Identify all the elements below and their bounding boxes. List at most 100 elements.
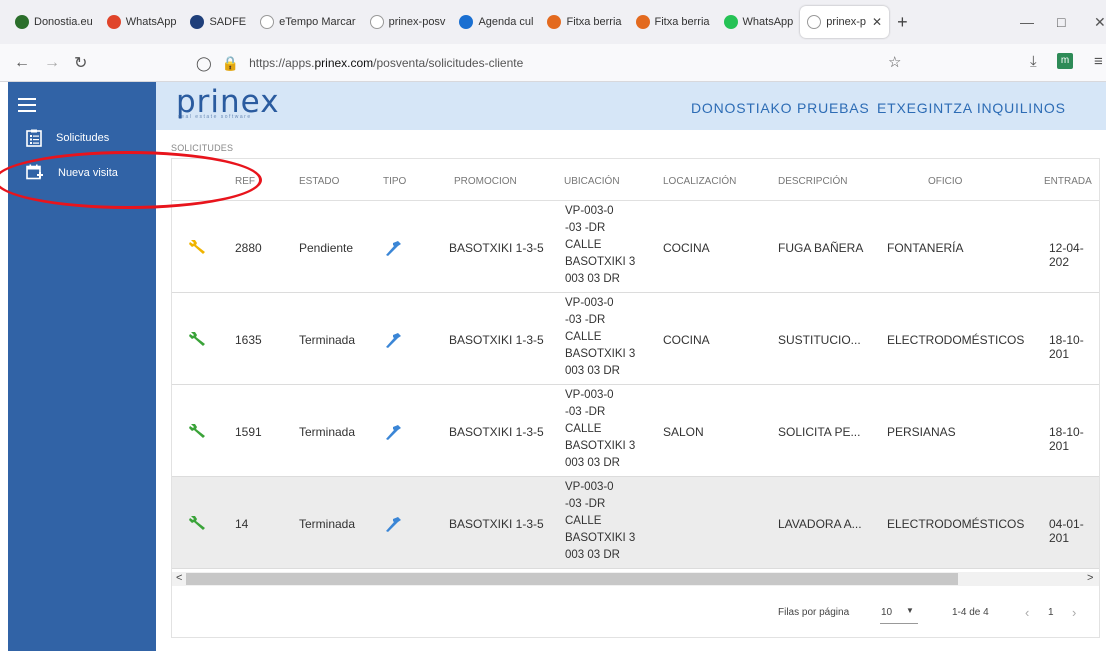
- select-underline: [880, 623, 918, 624]
- tab-label: Fitxa berria: [566, 16, 622, 28]
- col-header-tipo[interactable]: TIPO: [383, 176, 406, 187]
- col-header-entrada[interactable]: ENTRADA: [1044, 176, 1092, 187]
- new-tab-button[interactable]: +: [897, 12, 908, 33]
- browser-tab[interactable]: WhatsApp: [717, 6, 801, 38]
- tab-favicon-icon: [547, 15, 562, 29]
- cell-ref: 2880: [235, 241, 262, 255]
- forward-icon[interactable]: →: [44, 54, 60, 72]
- wrench-status-icon: [189, 332, 205, 346]
- browser-tab[interactable]: Donostia.eu: [8, 6, 100, 38]
- browser-tab[interactable]: eTempo Marcar: [253, 6, 362, 38]
- cell-promocion: BASOTXIKI 1-3-5: [449, 241, 544, 255]
- ubicacion-line: 003 03 DR: [565, 365, 620, 377]
- tab-label: WhatsApp: [125, 16, 177, 28]
- browser-tab[interactable]: Fitxa berria: [540, 6, 628, 38]
- tab-label: Fitxa berria: [654, 16, 710, 28]
- sidebar-item-nueva-visita[interactable]: Nueva visita: [26, 164, 118, 182]
- close-tab-icon[interactable]: ✕: [872, 15, 882, 29]
- ubicacion-line: BASOTXIKI 3: [565, 532, 636, 544]
- cell-oficio: PERSIANAS: [887, 425, 956, 439]
- tab-label: WhatsApp: [742, 16, 794, 28]
- browser-tab[interactable]: SADFE: [183, 6, 253, 38]
- horizontal-scrollbar[interactable]: < >: [172, 572, 1099, 586]
- ubicacion-line: CALLE: [565, 515, 602, 527]
- reload-icon[interactable]: ↻: [74, 53, 87, 73]
- cell-descripcion: SOLICITA PE...: [778, 425, 861, 439]
- col-header-localizacion[interactable]: LOCALIZACIÓN: [663, 176, 736, 187]
- back-icon[interactable]: ←: [14, 54, 30, 72]
- close-window-icon[interactable]: ✕: [1094, 14, 1106, 31]
- download-icon[interactable]: ⤓: [1030, 53, 1037, 70]
- next-page-icon[interactable]: ›: [1072, 605, 1076, 620]
- table-row[interactable]: 1635 Terminada BASOTXIKI 1-3-5 VP-003-0 -03 …: [172, 293, 1099, 385]
- table-row[interactable]: 2880 Pendiente BASOTXIKI 1-3-5 VP-003-0 -03 …: [172, 201, 1099, 293]
- browser-tab[interactable]: Fitxa berria: [629, 6, 717, 38]
- col-header-promocion[interactable]: PROMOCION: [454, 176, 517, 187]
- url-host: prinex.com: [314, 56, 374, 70]
- cell-entrada: 04-01-201: [1049, 517, 1084, 545]
- tab-favicon-icon: [369, 15, 384, 29]
- col-header-descripcion[interactable]: DESCRIPCIÓN: [778, 176, 847, 187]
- lock-icon[interactable]: 🔒: [222, 55, 239, 72]
- cell-promocion: BASOTXIKI 1-3-5: [449, 333, 544, 347]
- browser-tab[interactable]: prinex-posv: [363, 6, 453, 38]
- rows-per-page-select[interactable]: 10: [881, 607, 892, 618]
- table-row[interactable]: 14 Terminada BASOTXIKI 1-3-5 VP-003-0 -03 -D…: [172, 477, 1099, 569]
- tab-favicon-icon: [15, 15, 29, 29]
- browser-tab[interactable]: WhatsApp: [100, 6, 184, 38]
- requests-table-card: REF ESTADO TIPO PROMOCION UBICACIÓN LOCA…: [171, 158, 1100, 638]
- col-header-oficio[interactable]: OFICIO: [928, 176, 962, 187]
- table-header-row: REF ESTADO TIPO PROMOCION UBICACIÓN LOCA…: [172, 159, 1099, 201]
- calendar-plus-icon: [26, 164, 43, 180]
- cell-ubicacion: VP-003-0 -03 -DR CALLE BASOTXIKI 3 003 03 DR: [565, 203, 635, 288]
- app-header: prinex real estate software DONOSTIAKO P…: [156, 82, 1106, 130]
- bookmark-star-icon[interactable]: ☆: [888, 53, 901, 71]
- ubicacion-line: CALLE: [565, 239, 602, 251]
- col-header-estado[interactable]: ESTADO: [299, 176, 339, 187]
- cell-localizacion: SALON: [663, 425, 704, 439]
- cell-descripcion: SUSTITUCIO...: [778, 333, 861, 347]
- tab-label: Donostia.eu: [34, 16, 93, 28]
- cell-localizacion: COCINA: [663, 333, 710, 347]
- url-path: /posventa/solicitudes-cliente: [373, 56, 524, 70]
- current-page[interactable]: 1: [1048, 607, 1054, 618]
- ubicacion-line: BASOTXIKI 3: [565, 440, 636, 452]
- scroll-left-icon[interactable]: <: [176, 572, 182, 584]
- header-link-etxegintza-inquilinos[interactable]: ETXEGINTZA INQUILINOS: [877, 100, 1066, 116]
- shield-icon[interactable]: ◯: [196, 55, 212, 72]
- tab-label: prinex-p: [826, 16, 867, 28]
- header-link-donostiako-pruebas[interactable]: DONOSTIAKO PRUEBAS: [691, 100, 870, 116]
- cell-estado: Pendiente: [299, 241, 354, 255]
- sidebar-item-solicitudes[interactable]: Solicitudes: [26, 129, 109, 147]
- col-header-ubicacion[interactable]: UBICACIÓN: [564, 176, 620, 187]
- cell-ubicacion: VP-003-0 -03 -DR CALLE BASOTXIKI 3 003 03 DR: [565, 295, 635, 380]
- scrollbar-thumb[interactable]: [186, 573, 958, 585]
- col-header-ref[interactable]: REF: [235, 176, 255, 187]
- table-row[interactable]: 1591 Terminada BASOTXIKI 1-3-5 VP-003-0 -03 …: [172, 385, 1099, 477]
- cell-localizacion: COCINA: [663, 241, 710, 255]
- hammer-type-icon: [386, 333, 401, 348]
- tab-favicon-icon: [106, 15, 121, 29]
- minimize-icon[interactable]: —: [1020, 14, 1034, 30]
- tab-favicon-icon: [807, 15, 822, 29]
- prev-page-icon[interactable]: ‹: [1025, 605, 1029, 620]
- browser-tab[interactable]: prinex-p ✕: [800, 6, 890, 38]
- ubicacion-line: VP-003-0: [565, 297, 614, 309]
- browser-tab[interactable]: Agenda cul: [452, 6, 540, 38]
- app-menu-icon[interactable]: ≡: [1094, 53, 1103, 70]
- cell-estado: Terminada: [299, 517, 356, 531]
- chevron-down-icon[interactable]: ▼: [906, 606, 914, 615]
- ubicacion-line: BASOTXIKI 3: [565, 348, 636, 360]
- ubicacion-line: -03 -DR: [565, 498, 606, 510]
- ubicacion-line: -03 -DR: [565, 406, 606, 418]
- rows-per-page-label: Filas por página: [778, 607, 850, 618]
- restore-icon[interactable]: □: [1057, 14, 1065, 30]
- scroll-right-icon[interactable]: >: [1087, 572, 1093, 584]
- hamburger-menu-icon[interactable]: [18, 98, 36, 112]
- ubicacion-line: -03 -DR: [565, 222, 606, 234]
- tab-favicon-icon: [459, 15, 474, 29]
- sidebar-item-label: Solicitudes: [56, 132, 110, 144]
- prinex-logo[interactable]: prinex real estate software: [176, 86, 280, 120]
- address-bar[interactable]: ◯ 🔒 https://apps. prinex.com/posventa/sol…: [196, 50, 916, 76]
- extension-icon[interactable]: m: [1057, 53, 1073, 69]
